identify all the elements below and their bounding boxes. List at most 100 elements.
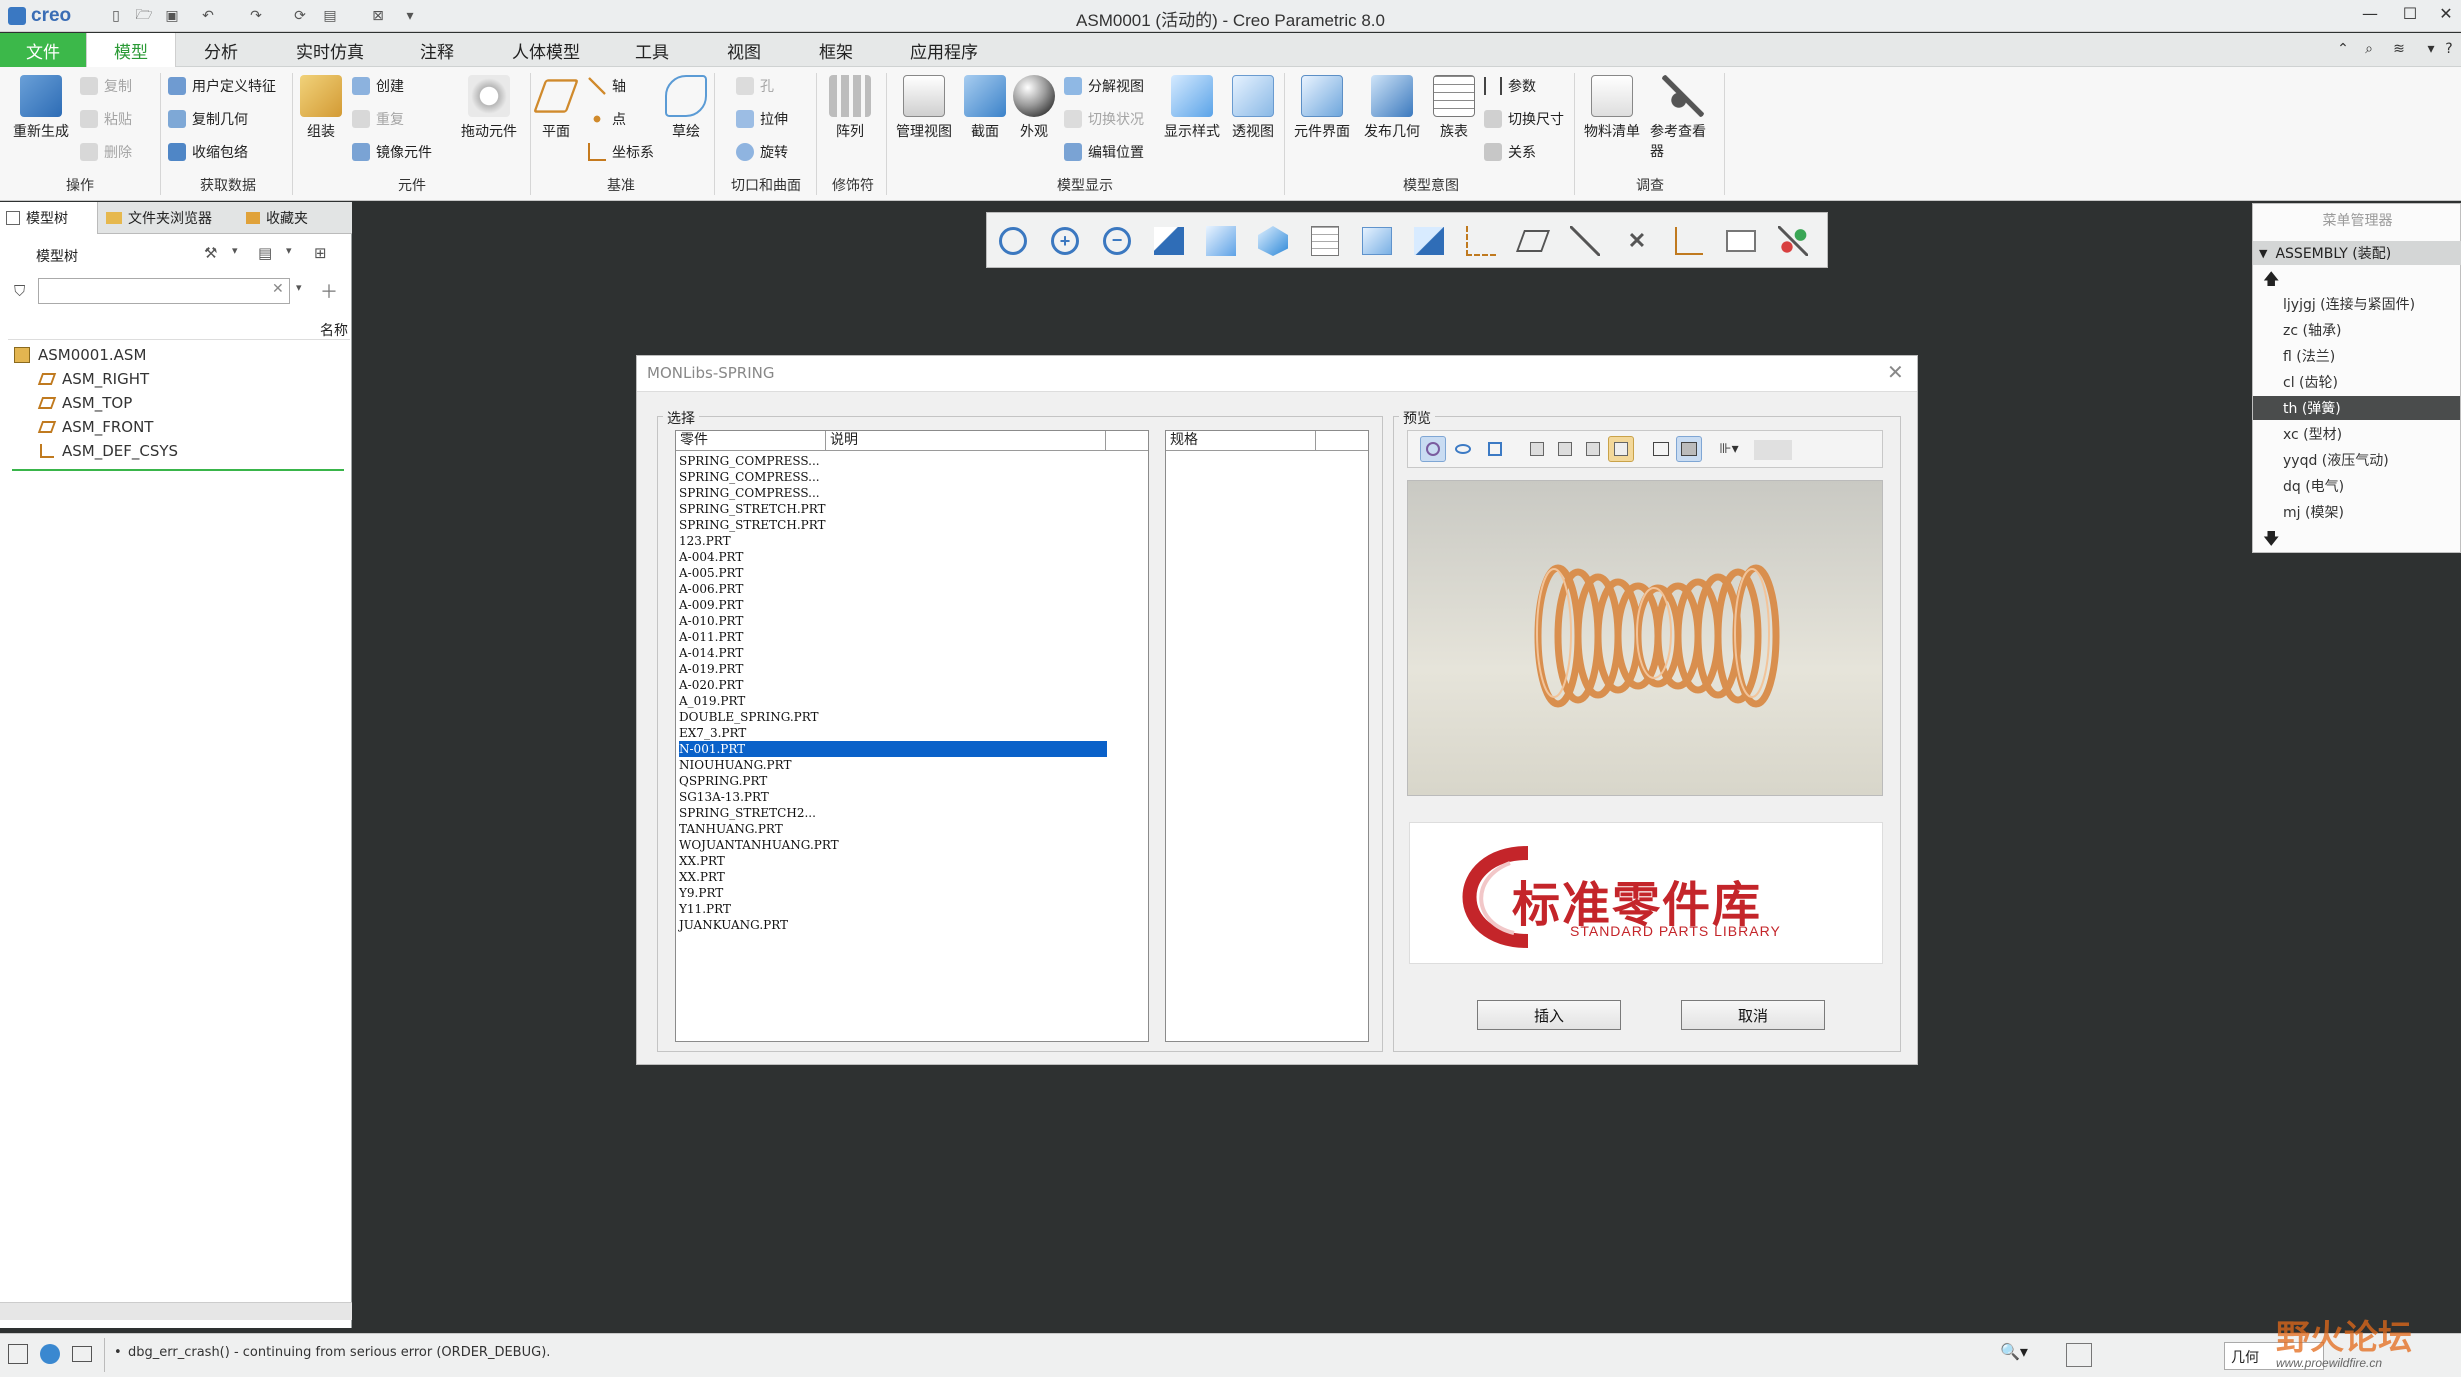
tree-item-asm-top[interactable]: ASM_TOP bbox=[37, 394, 132, 412]
switch-dimensions-button[interactable]: 切换尺寸 bbox=[1484, 109, 1564, 129]
horizontal-scrollbar[interactable] bbox=[0, 1302, 352, 1320]
assemble-button[interactable]: 组装 bbox=[296, 75, 346, 141]
tab-manikin[interactable]: 人体模型 bbox=[494, 33, 598, 67]
datum-point-button[interactable]: 点 bbox=[588, 109, 626, 129]
part-list-item[interactable]: WOJUANTANHUANG.PRT bbox=[679, 837, 839, 853]
find-icon[interactable]: 🔍▾ bbox=[2000, 1342, 2042, 1368]
search-dropdown-icon[interactable]: ▾ bbox=[296, 281, 302, 294]
drag-component-button[interactable]: 拖动元件 bbox=[456, 75, 522, 141]
menu-item[interactable]: fl (法兰) bbox=[2283, 344, 2335, 368]
perspective-button[interactable]: 透视图 bbox=[1228, 75, 1278, 141]
part-list-item[interactable]: SPRING_COMPRESS... bbox=[679, 485, 820, 501]
clear-search-icon[interactable]: ✕ bbox=[272, 281, 284, 297]
datum-plane-button[interactable]: 平面 bbox=[533, 75, 579, 141]
tab-view[interactable]: 视图 bbox=[708, 33, 780, 67]
part-list-item[interactable]: JUANKUANG.PRT bbox=[679, 917, 788, 933]
menu-item[interactable]: mj (模架) bbox=[2283, 500, 2344, 524]
zoom-in-icon[interactable]: + bbox=[1045, 222, 1085, 260]
tab-model[interactable]: 模型 bbox=[86, 33, 176, 67]
tree-item-asm[interactable]: ASM0001.ASM bbox=[14, 346, 146, 364]
refit-icon[interactable] bbox=[993, 222, 1033, 260]
help-icon[interactable]: ? bbox=[2438, 38, 2460, 60]
group-operations[interactable]: 操作 bbox=[40, 175, 120, 199]
group-get-data[interactable]: 获取数据 bbox=[178, 175, 278, 199]
minimize-icon[interactable]: — bbox=[2358, 4, 2382, 26]
group-model-intent[interactable]: 模型意图 bbox=[1386, 175, 1476, 199]
search-icon[interactable]: ⌕ bbox=[2358, 38, 2380, 60]
repeat-button[interactable]: 重复 bbox=[352, 109, 404, 129]
part-list-item[interactable]: A-019.PRT bbox=[679, 661, 743, 677]
perspective-view-icon[interactable] bbox=[1357, 222, 1397, 260]
tab-model-tree[interactable]: 模型树 bbox=[0, 202, 98, 234]
appearance-button[interactable]: 外观 bbox=[1012, 75, 1056, 141]
preview-top-view-icon[interactable] bbox=[1552, 436, 1578, 462]
display-style-button[interactable]: 显示样式 bbox=[1158, 75, 1226, 141]
tree-item-asm-right[interactable]: ASM_RIGHT bbox=[37, 370, 149, 388]
group-model-display[interactable]: 模型显示 bbox=[1040, 175, 1130, 199]
part-list-item[interactable]: SPRING_COMPRESS... bbox=[679, 453, 820, 469]
browser-icon[interactable] bbox=[40, 1344, 60, 1364]
fullscreen-icon[interactable] bbox=[72, 1346, 92, 1362]
part-list-item[interactable]: A-011.PRT bbox=[679, 629, 743, 645]
family-table-button[interactable]: 族表 bbox=[1432, 75, 1476, 141]
selection-buffer-icon[interactable] bbox=[2066, 1343, 2092, 1367]
part-list-item[interactable]: A-014.PRT bbox=[679, 645, 743, 661]
column-spec[interactable]: 规格 bbox=[1166, 431, 1316, 451]
part-list-item[interactable]: Y11.PRT bbox=[679, 901, 731, 917]
parameters-button[interactable]: 参数 bbox=[1484, 76, 1536, 96]
insert-indicator[interactable] bbox=[12, 469, 344, 471]
column-part[interactable]: 零件 bbox=[676, 431, 826, 451]
tree-item-asm-def-csys[interactable]: ASM_DEF_CSYS bbox=[40, 442, 178, 460]
toggle-status-button[interactable]: 切换状况 bbox=[1064, 109, 1144, 129]
paste-button[interactable]: 粘贴 bbox=[80, 109, 132, 129]
saved-orientations-icon[interactable] bbox=[1253, 222, 1293, 260]
part-list-item[interactable]: A-005.PRT bbox=[679, 565, 743, 581]
tab-annotate[interactable]: 注释 bbox=[396, 33, 478, 67]
preview-zoom-icon[interactable] bbox=[1482, 436, 1508, 462]
delete-button[interactable]: 删除 bbox=[80, 142, 132, 162]
csys-display-icon[interactable] bbox=[1669, 222, 1709, 260]
preview-options-icon[interactable]: ⊪▾ bbox=[1716, 436, 1742, 462]
shrinkwrap-button[interactable]: 收缩包络 bbox=[168, 142, 248, 162]
menu-item[interactable]: zc (轴承) bbox=[2283, 318, 2341, 342]
group-datum[interactable]: 基准 bbox=[586, 175, 656, 199]
dialog-close-icon[interactable]: ✕ bbox=[1887, 360, 1904, 384]
preview-wireframe-icon[interactable] bbox=[1648, 436, 1674, 462]
revolve-button[interactable]: 旋转 bbox=[736, 142, 788, 162]
column-description[interactable]: 说明 bbox=[826, 431, 1106, 451]
tab-folder-browser[interactable]: 文件夹浏览器 bbox=[100, 202, 236, 234]
repaint-icon[interactable] bbox=[1149, 222, 1189, 260]
bom-button[interactable]: 物料清单 bbox=[1580, 75, 1644, 141]
pattern-button[interactable]: 阵列 bbox=[828, 75, 872, 141]
menu-down-arrow-icon[interactable]: 🡇 bbox=[2263, 528, 2279, 555]
preview-side-view-icon[interactable] bbox=[1580, 436, 1606, 462]
exploded-view-button[interactable]: 分解视图 bbox=[1064, 76, 1144, 96]
reference-viewer-button[interactable]: 参考查看器 bbox=[1650, 75, 1716, 161]
menu-item[interactable]: yyqd (液压气动) bbox=[2283, 448, 2389, 472]
layers-icon[interactable]: ≋ bbox=[2388, 38, 2410, 60]
preview-shaded-icon[interactable] bbox=[1676, 436, 1702, 462]
axis-display-icon[interactable] bbox=[1565, 222, 1605, 260]
csys-button[interactable]: 坐标系 bbox=[588, 142, 654, 162]
group-cut-surface[interactable]: 切口和曲面 bbox=[718, 175, 814, 199]
part-list-item[interactable]: A-006.PRT bbox=[679, 581, 743, 597]
hole-button[interactable]: 孔 bbox=[736, 76, 774, 96]
group-investigate[interactable]: 调查 bbox=[1610, 175, 1690, 199]
section-button[interactable]: 截面 bbox=[964, 75, 1006, 141]
component-interface-button[interactable]: 元件界面 bbox=[1290, 75, 1354, 141]
part-list-item[interactable]: SPRING_STRETCH.PRT bbox=[679, 501, 826, 517]
show-dropdown-icon[interactable]: ▾ bbox=[286, 244, 292, 257]
regenerate-button[interactable]: 重新生成 bbox=[10, 75, 72, 141]
collapse-ribbon-icon[interactable]: ⌃ bbox=[2332, 38, 2354, 60]
part-list-item[interactable]: SPRING_COMPRESS... bbox=[679, 469, 820, 485]
parts-list[interactable]: 零件 说明 SPRING_COMPRESS... SPRING_COMPRESS.… bbox=[675, 430, 1149, 1042]
part-list-item[interactable]: A-009.PRT bbox=[679, 597, 743, 613]
add-icon[interactable]: ＋ bbox=[320, 278, 338, 304]
insert-button[interactable]: 插入 bbox=[1477, 1000, 1621, 1030]
tab-favorites[interactable]: 收藏夹 bbox=[240, 202, 340, 234]
tab-framework[interactable]: 框架 bbox=[800, 33, 872, 67]
part-list-item[interactable]: N-001.PRT bbox=[679, 741, 1107, 757]
maximize-icon[interactable]: ☐ bbox=[2398, 4, 2422, 26]
preview-viewport[interactable] bbox=[1407, 480, 1883, 796]
group-component[interactable]: 元件 bbox=[362, 175, 462, 199]
